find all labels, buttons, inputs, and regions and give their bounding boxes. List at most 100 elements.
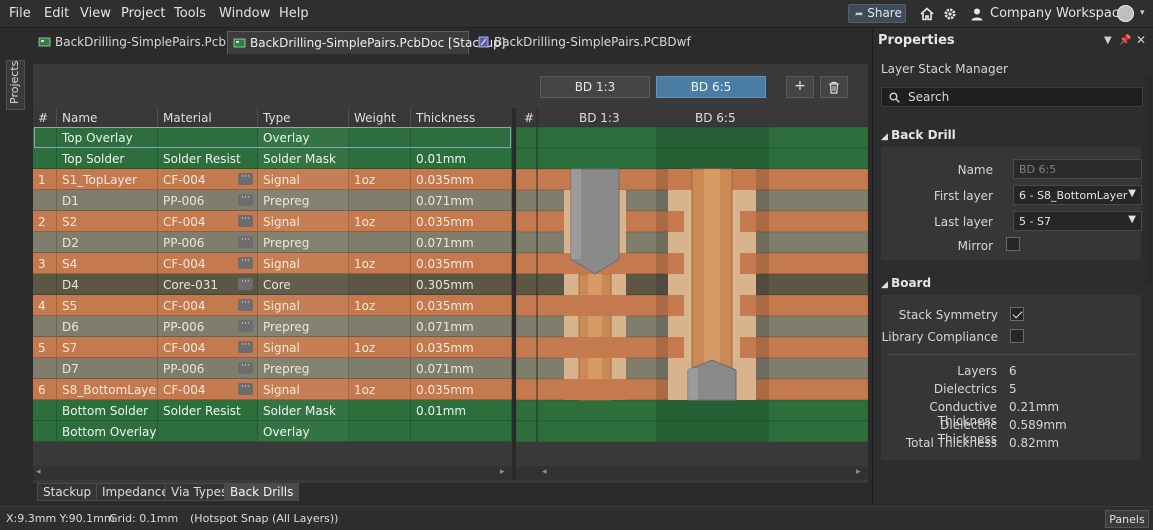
cell-weight[interactable]: 1oz: [349, 211, 411, 232]
material-browse-button[interactable]: ···: [238, 362, 253, 374]
cell-type[interactable]: Overlay: [258, 421, 349, 442]
cell-name[interactable]: D1: [57, 190, 158, 211]
tab-pcbdwf[interactable]: BackDrilling-SimplePairs.PCBDwf: [472, 31, 691, 54]
pin-icon[interactable]: 📌: [1119, 35, 1131, 46]
cell-thickness[interactable]: 0.01mm: [411, 148, 512, 169]
properties-search-input[interactable]: Search: [881, 87, 1143, 107]
cell-type[interactable]: Prepreg: [258, 232, 349, 253]
layer-row[interactable]: D7 PP-006 Prepreg 0.071mm ···: [33, 358, 512, 379]
layer-row[interactable]: 1 S1_TopLayer CF-004 Signal 1oz 0.035mm ···: [33, 169, 512, 190]
cell-type[interactable]: Solder Mask: [258, 148, 349, 169]
cell-material[interactable]: [158, 127, 258, 148]
cell-thickness[interactable]: 0.071mm: [411, 316, 512, 337]
cell-weight[interactable]: [349, 148, 411, 169]
menu-project[interactable]: Project: [121, 6, 165, 21]
material-browse-button[interactable]: ···: [238, 383, 253, 395]
menu-file[interactable]: File: [9, 6, 31, 21]
cell-name[interactable]: Top Overlay: [57, 127, 158, 148]
share-button[interactable]: ➦ Share: [848, 4, 906, 23]
cell-weight[interactable]: 1oz: [349, 337, 411, 358]
chevron-down-icon[interactable]: ▾: [1140, 8, 1145, 18]
cell-number[interactable]: [33, 127, 57, 148]
grid-horizontal-scrollbar[interactable]: ◂ ▸: [33, 466, 512, 480]
cell-name[interactable]: Top Solder: [57, 148, 158, 169]
column-header-material[interactable]: Material: [158, 108, 258, 127]
cell-type[interactable]: Core: [258, 274, 349, 295]
cell-name[interactable]: S5: [57, 295, 158, 316]
cell-number[interactable]: 6: [33, 379, 57, 400]
cell-type[interactable]: Solder Mask: [258, 400, 349, 421]
backdrill-bd-1-3-button[interactable]: BD 1:3: [540, 76, 650, 98]
cell-thickness[interactable]: 0.035mm: [411, 211, 512, 232]
cell-name[interactable]: D2: [57, 232, 158, 253]
menu-edit[interactable]: Edit: [44, 6, 69, 21]
properties-scrollbar[interactable]: [1146, 75, 1152, 285]
layer-row[interactable]: D4 Core-031 Core 0.305mm ···: [33, 274, 512, 295]
layer-row[interactable]: 2 S2 CF-004 Signal 1oz 0.035mm ···: [33, 211, 512, 232]
layer-row[interactable]: Bottom Overlay Overlay: [33, 421, 512, 442]
cell-number[interactable]: [33, 316, 57, 337]
cell-weight[interactable]: [349, 127, 411, 148]
cell-number[interactable]: [33, 232, 57, 253]
cell-type[interactable]: Signal: [258, 295, 349, 316]
cell-name[interactable]: S1_TopLayer: [57, 169, 158, 190]
cell-thickness[interactable]: 0.035mm: [411, 295, 512, 316]
cell-thickness[interactable]: 0.071mm: [411, 358, 512, 379]
cell-type[interactable]: Prepreg: [258, 190, 349, 211]
cell-weight[interactable]: [349, 316, 411, 337]
material-browse-button[interactable]: ···: [238, 299, 253, 311]
material-browse-button[interactable]: ···: [238, 215, 253, 227]
scroll-right-icon[interactable]: ▸: [856, 467, 861, 477]
cell-weight[interactable]: [349, 190, 411, 211]
layer-row[interactable]: D1 PP-006 Prepreg 0.071mm ···: [33, 190, 512, 211]
menu-window[interactable]: Window: [219, 6, 270, 21]
cell-number[interactable]: 3: [33, 253, 57, 274]
cell-number[interactable]: 2: [33, 211, 57, 232]
cell-weight[interactable]: [349, 358, 411, 379]
cell-weight[interactable]: 1oz: [349, 169, 411, 190]
cell-weight[interactable]: 1oz: [349, 295, 411, 316]
cell-number[interactable]: [33, 358, 57, 379]
cell-name[interactable]: D7: [57, 358, 158, 379]
add-backdrill-button[interactable]: +: [786, 76, 814, 98]
cell-thickness[interactable]: 0.071mm: [411, 190, 512, 211]
column-header-name[interactable]: Name: [57, 108, 158, 127]
cell-type[interactable]: Signal: [258, 337, 349, 358]
cell-type[interactable]: Signal: [258, 169, 349, 190]
cell-type[interactable]: Overlay: [258, 127, 349, 148]
cell-material[interactable]: Solder Resist: [158, 148, 258, 169]
cell-type[interactable]: Signal: [258, 253, 349, 274]
board-section-header[interactable]: ◢ Board: [881, 276, 931, 290]
cell-material[interactable]: [158, 421, 258, 442]
material-browse-button[interactable]: ···: [238, 236, 253, 248]
cell-type[interactable]: Prepreg: [258, 316, 349, 337]
cell-name[interactable]: S8_BottomLayer: [57, 379, 158, 400]
material-browse-button[interactable]: ···: [238, 173, 253, 185]
scroll-right-icon[interactable]: ▸: [500, 467, 505, 477]
material-browse-button[interactable]: ···: [238, 257, 253, 269]
cell-number[interactable]: [33, 190, 57, 211]
cell-thickness[interactable]: [411, 127, 512, 148]
material-browse-button[interactable]: ···: [238, 320, 253, 332]
cell-number[interactable]: [33, 148, 57, 169]
cell-number[interactable]: 1: [33, 169, 57, 190]
cell-number[interactable]: [33, 400, 57, 421]
cell-thickness[interactable]: [411, 421, 512, 442]
first-layer-select[interactable]: 6 - S8_BottomLayer ▼: [1013, 185, 1142, 205]
tab-back-drills[interactable]: Back Drills: [224, 483, 300, 501]
cell-name[interactable]: S7: [57, 337, 158, 358]
layer-row[interactable]: 4 S5 CF-004 Signal 1oz 0.035mm ···: [33, 295, 512, 316]
backdrill-bd-6-5-button[interactable]: BD 6:5: [656, 76, 766, 98]
column-header-type[interactable]: Type: [258, 108, 349, 127]
tab-pcbdoc[interactable]: BackDrilling-SimplePairs.PcbDoc: [33, 31, 249, 54]
layer-row[interactable]: Top Overlay Overlay: [33, 127, 512, 148]
material-browse-button[interactable]: ···: [238, 194, 253, 206]
viz-horizontal-scrollbar[interactable]: ◂ ▸: [516, 466, 868, 480]
cell-name[interactable]: S4: [57, 253, 158, 274]
cell-thickness[interactable]: 0.071mm: [411, 232, 512, 253]
cell-name[interactable]: S2: [57, 211, 158, 232]
cell-thickness[interactable]: 0.01mm: [411, 400, 512, 421]
cell-thickness[interactable]: 0.035mm: [411, 169, 512, 190]
menu-tools[interactable]: Tools: [174, 6, 206, 21]
layer-row[interactable]: D6 PP-006 Prepreg 0.071mm ···: [33, 316, 512, 337]
